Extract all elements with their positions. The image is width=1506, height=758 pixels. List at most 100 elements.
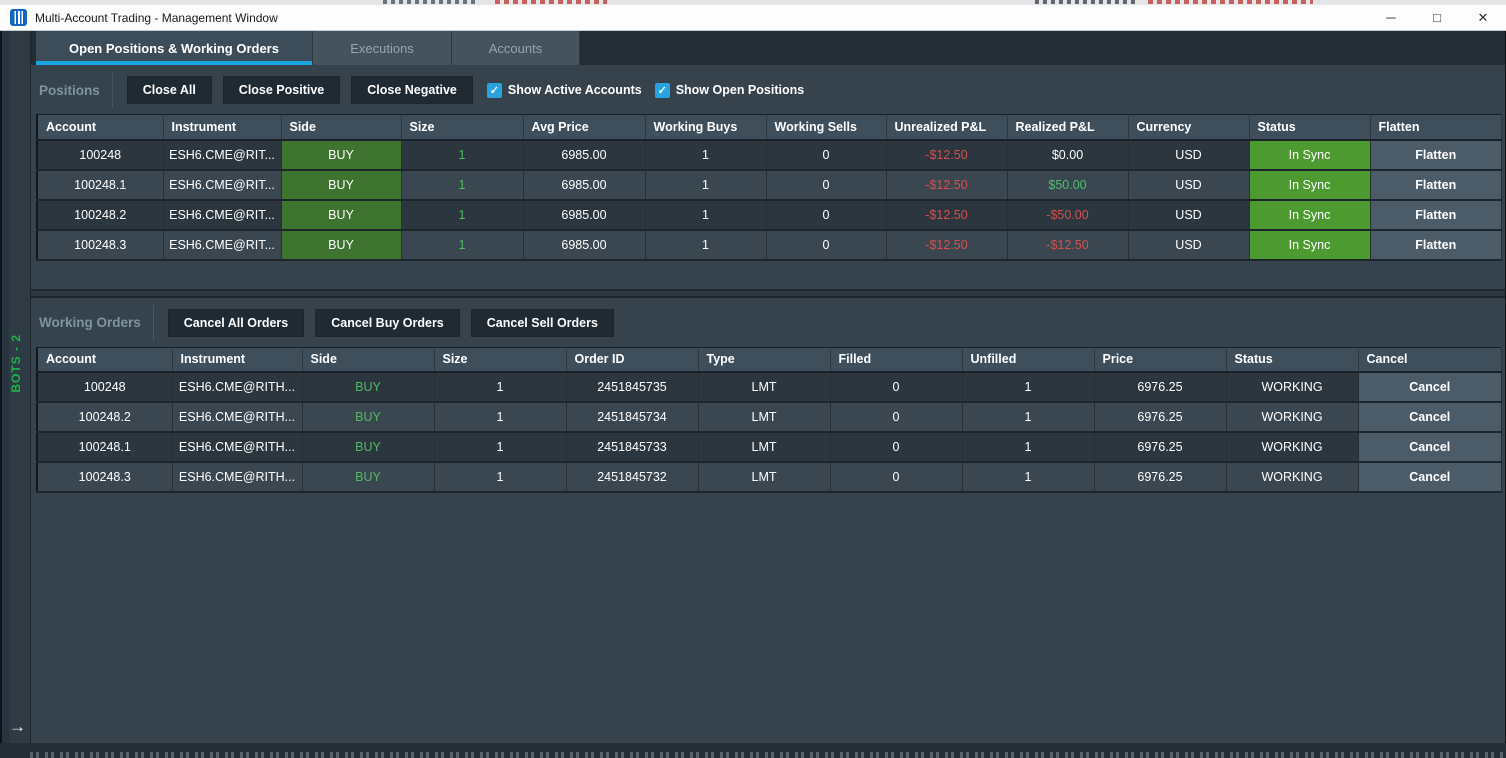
window-title: Multi-Account Trading - Management Windo… [35, 11, 278, 25]
maximize-button[interactable]: □ [1414, 5, 1460, 30]
order-id-cell: 2451845735 [566, 372, 698, 402]
section-splitter[interactable] [31, 289, 1505, 298]
column-header-currency[interactable]: Currency [1128, 115, 1249, 140]
table-row[interactable]: 100248.1ESH6.CME@RITH...BUY12451845733LM… [37, 432, 1502, 462]
column-header-side[interactable]: Side [281, 115, 401, 140]
side-cell: BUY [281, 170, 401, 200]
column-header-cancel[interactable]: Cancel [1358, 347, 1502, 372]
column-header-flatten[interactable]: Flatten [1370, 115, 1502, 140]
column-header-instrument[interactable]: Instrument [172, 347, 302, 372]
size-cell: 1 [434, 432, 566, 462]
show-active-accounts-checkbox[interactable]: ✓ Show Active Accounts [487, 83, 642, 98]
account-cell: 100248 [37, 372, 172, 402]
cancel-sell-orders-button[interactable]: Cancel Sell Orders [471, 309, 614, 337]
order-type-cell: LMT [698, 462, 830, 492]
column-header-avg-price[interactable]: Avg Price [523, 115, 645, 140]
column-header-status[interactable]: Status [1226, 347, 1358, 372]
cancel-button[interactable]: Cancel [1358, 372, 1502, 402]
column-header-filled[interactable]: Filled [830, 347, 962, 372]
flatten-button[interactable]: Flatten [1370, 170, 1502, 200]
unrealized-pl-cell: -$12.50 [886, 140, 1007, 170]
column-header-order-id[interactable]: Order ID [566, 347, 698, 372]
close-all-button[interactable]: Close All [127, 76, 212, 104]
price-cell: 6976.25 [1094, 462, 1226, 492]
app-icon [10, 9, 27, 26]
window-controls: ─ □ ✕ [1368, 5, 1506, 30]
table-row[interactable]: 100248.1ESH6.CME@RIT...BUY16985.0010-$12… [37, 170, 1502, 200]
order-status-cell: WORKING [1226, 462, 1358, 492]
table-row[interactable]: 100248ESH6.CME@RIT...BUY16985.0010-$12.5… [37, 140, 1502, 170]
instrument-cell: ESH6.CME@RITH... [172, 372, 302, 402]
unfilled-cell: 1 [962, 432, 1094, 462]
tab-executions[interactable]: Executions [313, 31, 452, 65]
column-header-unfilled[interactable]: Unfilled [962, 347, 1094, 372]
column-header-working-sells[interactable]: Working Sells [766, 115, 886, 140]
unfilled-cell: 1 [962, 462, 1094, 492]
column-header-size[interactable]: Size [401, 115, 523, 140]
cancel-button[interactable]: Cancel [1358, 432, 1502, 462]
order-status-cell: WORKING [1226, 372, 1358, 402]
table-row[interactable]: 100248.2ESH6.CME@RIT...BUY16985.0010-$12… [37, 200, 1502, 230]
screen: Multi-Account Trading - Management Windo… [0, 0, 1506, 758]
currency-cell: USD [1128, 140, 1249, 170]
unrealized-pl-cell: -$12.50 [886, 170, 1007, 200]
background-text-artifact [383, 0, 478, 4]
column-header-size[interactable]: Size [434, 347, 566, 372]
cancel-button[interactable]: Cancel [1358, 462, 1502, 492]
size-cell: 1 [434, 402, 566, 432]
close-button[interactable]: ✕ [1460, 5, 1506, 30]
column-header-status[interactable]: Status [1249, 115, 1370, 140]
size-cell: 1 [401, 200, 523, 230]
status-badge: In Sync [1249, 170, 1370, 200]
table-row[interactable]: 100248.3ESH6.CME@RIT...BUY16985.0010-$12… [37, 230, 1502, 260]
working-orders-section-label: Working Orders [39, 315, 141, 330]
order-type-cell: LMT [698, 432, 830, 462]
column-header-side[interactable]: Side [302, 347, 434, 372]
flatten-button[interactable]: Flatten [1370, 200, 1502, 230]
column-header-price[interactable]: Price [1094, 347, 1226, 372]
window-titlebar: Multi-Account Trading - Management Windo… [0, 5, 1506, 31]
background-text-artifact [1148, 0, 1313, 4]
checkbox-label: Show Active Accounts [508, 83, 642, 97]
column-header-unrealized-p-l[interactable]: Unrealized P&L [886, 115, 1007, 140]
size-cell: 1 [401, 230, 523, 260]
column-header-type[interactable]: Type [698, 347, 830, 372]
column-header-account[interactable]: Account [37, 347, 172, 372]
order-type-cell: LMT [698, 372, 830, 402]
close-negative-button[interactable]: Close Negative [351, 76, 473, 104]
close-positive-button[interactable]: Close Positive [223, 76, 340, 104]
table-row[interactable]: 100248ESH6.CME@RITH...BUY12451845735LMT0… [37, 372, 1502, 402]
show-open-positions-checkbox[interactable]: ✓ Show Open Positions [655, 83, 804, 98]
divider [153, 305, 154, 341]
column-header-instrument[interactable]: Instrument [163, 115, 281, 140]
table-row[interactable]: 100248.2ESH6.CME@RITH...BUY12451845734LM… [37, 402, 1502, 432]
tab-open-positions-working-orders[interactable]: Open Positions & Working Orders [36, 31, 313, 65]
sidebar: BOTS - 2 → [2, 31, 31, 743]
flatten-button[interactable]: Flatten [1370, 140, 1502, 170]
unrealized-pl-cell: -$12.50 [886, 200, 1007, 230]
tab-accounts[interactable]: Accounts [452, 31, 580, 65]
working-sells-cell: 0 [766, 230, 886, 260]
expand-arrow-icon[interactable]: → [9, 717, 26, 737]
instrument-cell: ESH6.CME@RITH... [172, 462, 302, 492]
size-cell: 1 [434, 372, 566, 402]
column-header-realized-p-l[interactable]: Realized P&L [1007, 115, 1128, 140]
working-buys-cell: 1 [645, 140, 766, 170]
account-cell: 100248 [37, 140, 163, 170]
side-cell: BUY [281, 200, 401, 230]
filled-cell: 0 [830, 432, 962, 462]
app-window: BOTS - 2 → Open Positions & Working Orde… [0, 31, 1506, 743]
flatten-button[interactable]: Flatten [1370, 230, 1502, 260]
minimize-button[interactable]: ─ [1368, 5, 1414, 30]
working-buys-cell: 1 [645, 170, 766, 200]
tab-bar: Open Positions & Working Orders Executio… [31, 31, 1505, 65]
cancel-all-orders-button[interactable]: Cancel All Orders [168, 309, 304, 337]
background-text-artifact [1035, 0, 1137, 4]
realized-pl-cell: -$12.50 [1007, 230, 1128, 260]
cancel-buy-orders-button[interactable]: Cancel Buy Orders [315, 309, 460, 337]
cancel-button[interactable]: Cancel [1358, 402, 1502, 432]
column-header-working-buys[interactable]: Working Buys [645, 115, 766, 140]
account-cell: 100248.3 [37, 462, 172, 492]
table-row[interactable]: 100248.3ESH6.CME@RITH...BUY12451845732LM… [37, 462, 1502, 492]
column-header-account[interactable]: Account [37, 115, 163, 140]
